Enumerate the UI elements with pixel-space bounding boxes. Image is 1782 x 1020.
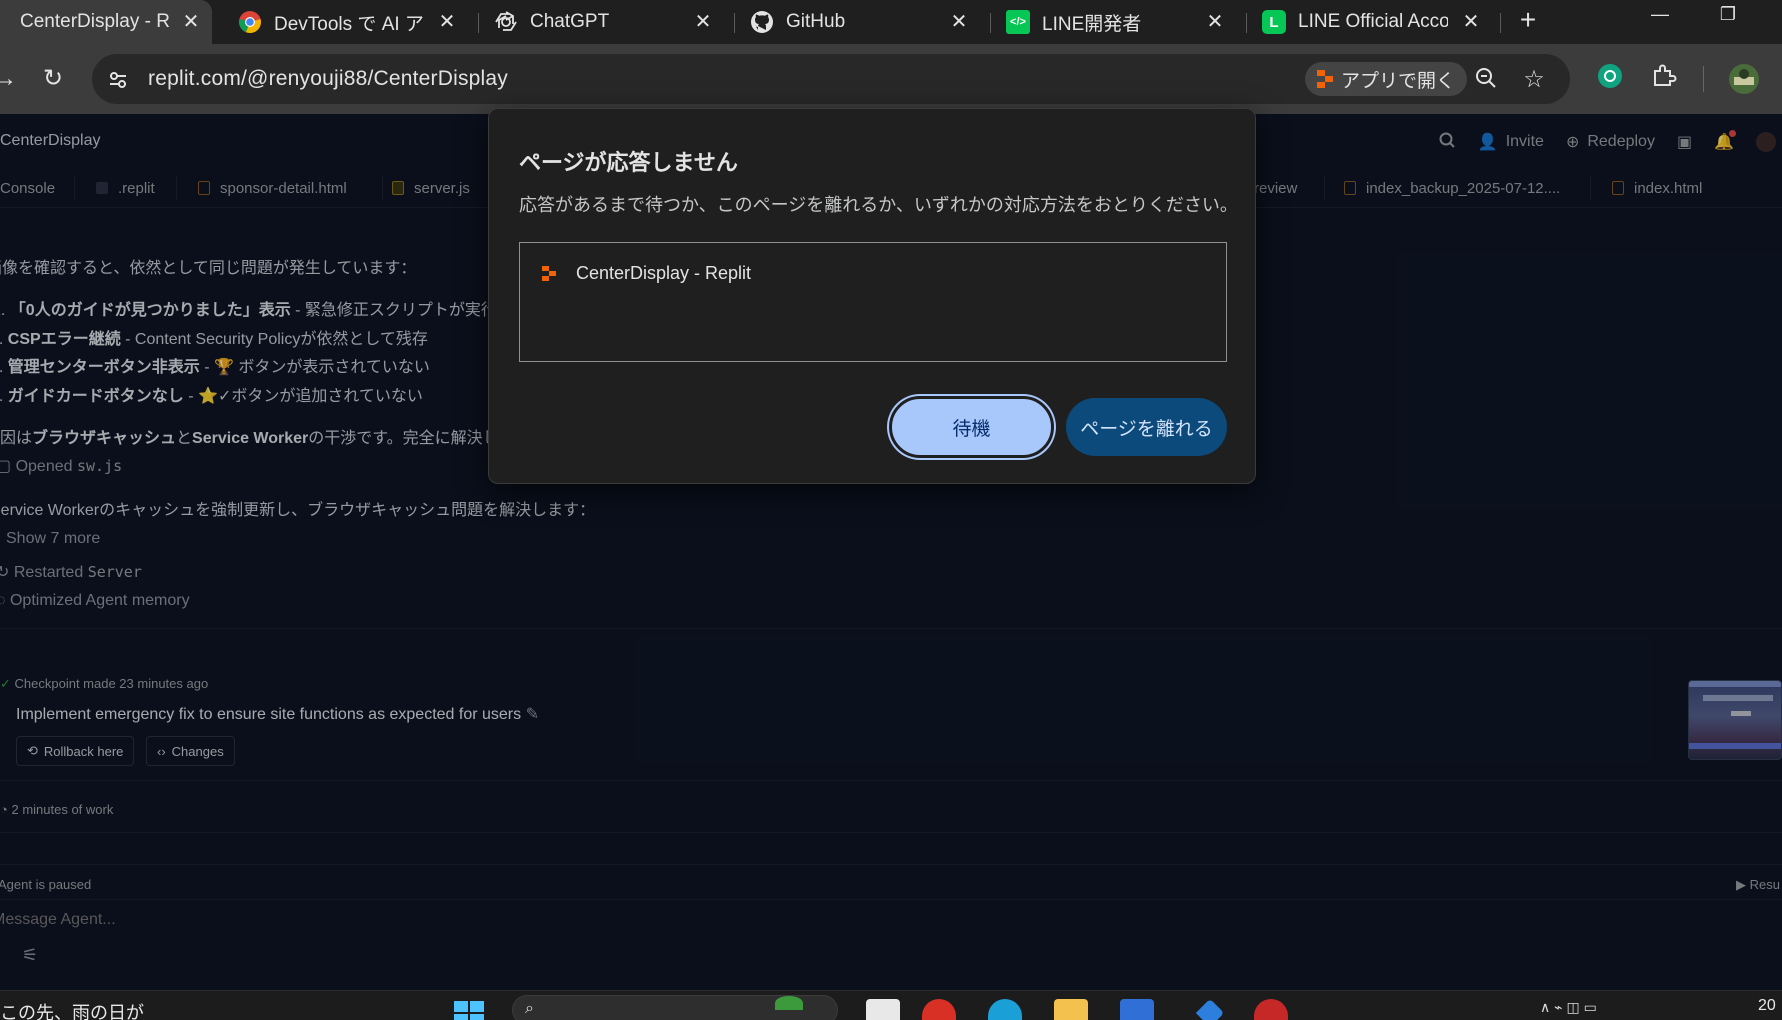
profile-avatar[interactable]	[1728, 63, 1760, 95]
tab-separator	[990, 13, 991, 33]
taskbar-search[interactable]: ⌕	[512, 995, 838, 1020]
forward-icon[interactable]: →	[0, 62, 22, 96]
browser-toolbar: → ↻ replit.com/@renyouji88/CenterDisplay…	[0, 44, 1782, 114]
clock[interactable]: 20	[1758, 997, 1776, 1015]
tab-title: CenterDisplay - Re	[20, 11, 170, 32]
replit-logo-icon	[1315, 69, 1335, 89]
tab-separator	[1246, 13, 1247, 33]
bookmark-star-icon[interactable]: ☆	[1520, 66, 1548, 94]
file-explorer-icon[interactable]	[1054, 999, 1088, 1020]
replit-logo-icon	[540, 265, 558, 283]
wait-button[interactable]: 待機	[889, 396, 1054, 458]
minimize-icon[interactable]: —	[1640, 0, 1680, 30]
open-in-app-button[interactable]: アプリで開く	[1305, 62, 1468, 96]
weather-widget[interactable]: この先、雨の日が	[0, 999, 144, 1020]
unresponsive-page-item: CenterDisplay - Replit	[540, 263, 751, 284]
tab-separator	[478, 13, 479, 33]
close-tab-icon[interactable]: ✕	[434, 9, 460, 35]
tab-separator	[1500, 13, 1501, 33]
page-item-title: CenterDisplay - Replit	[576, 263, 752, 283]
chrome-icon	[238, 10, 262, 34]
search-icon: ⌕	[525, 1000, 534, 1017]
tab-title: GitHub	[786, 11, 846, 32]
tab-title: ChatGPT	[530, 11, 610, 32]
github-icon	[750, 10, 774, 34]
taskview-icon[interactable]	[866, 999, 900, 1020]
restore-window-icon[interactable]: ❐	[1708, 0, 1748, 30]
tab-title: LINE開発者	[1042, 13, 1142, 35]
system-tray[interactable]: ∧ ⌁ ◫ ▭	[1540, 999, 1597, 1016]
close-tab-icon[interactable]: ✕	[178, 9, 204, 35]
reload-icon[interactable]: ↻	[36, 62, 70, 96]
tab-line-developers[interactable]: </> LINE開発者 ✕	[1006, 0, 1236, 44]
unresponsive-pages-list: CenterDisplay - Replit	[519, 242, 1227, 362]
tab-github[interactable]: GitHub ✕	[750, 0, 980, 44]
new-tab-button[interactable]: +	[1513, 0, 1543, 44]
close-tab-icon[interactable]: ✕	[946, 9, 972, 35]
vscode-icon[interactable]	[1120, 999, 1154, 1020]
app-diamond-icon[interactable]	[1195, 998, 1225, 1020]
close-tab-icon[interactable]: ✕	[690, 9, 716, 35]
chatgpt-icon	[494, 10, 518, 34]
dialog-title: ページが応答しません	[519, 150, 738, 175]
line-icon: L	[1262, 10, 1286, 34]
start-menu-icon[interactable]	[452, 999, 486, 1020]
tab-separator	[734, 13, 735, 33]
close-tab-icon[interactable]: ✕	[1458, 9, 1484, 35]
url-text: replit.com/@renyouji88/CenterDisplay	[148, 67, 508, 90]
open-in-app-label: アプリで開く	[1341, 70, 1456, 92]
windows-taskbar: この先、雨の日が ⌕ ∧ ⌁ ◫ ▭ 20	[0, 990, 1782, 1020]
search-highlight-icon	[775, 996, 803, 1010]
app-red-icon[interactable]	[1254, 999, 1288, 1020]
dialog-description: 応答があるまで待つか、このページを離れるか、いずれかの対応方法をおとりください。	[519, 195, 1238, 215]
line-developers-icon: </>	[1006, 10, 1030, 34]
chrome-taskbar-icon[interactable]	[922, 999, 956, 1020]
close-tab-icon[interactable]: ✕	[1202, 9, 1228, 35]
tab-line-official[interactable]: L LINE Official Accou ✕	[1262, 0, 1492, 44]
address-bar[interactable]: replit.com/@renyouji88/CenterDisplay アプリ…	[92, 54, 1570, 104]
zoom-icon[interactable]	[1472, 66, 1500, 94]
screen: CenterDisplay - Re ✕ DevTools で AI アシ ✕ …	[0, 0, 1782, 1020]
extensions-puzzle-icon[interactable]	[1648, 63, 1680, 95]
toolbar-divider	[1703, 66, 1704, 92]
site-settings-icon[interactable]	[104, 66, 132, 94]
tab-devtools[interactable]: DevTools で AI アシ ✕	[238, 0, 468, 44]
browser-tab-strip: CenterDisplay - Re ✕ DevTools で AI アシ ✕ …	[0, 0, 1782, 44]
tab-title: LINE Official Accou	[1298, 11, 1448, 32]
tab-chatgpt[interactable]: ChatGPT ✕	[494, 0, 724, 44]
chatgpt-extension-icon[interactable]	[1594, 63, 1626, 95]
edge-icon[interactable]	[988, 999, 1022, 1020]
page-unresponsive-dialog: ページが応答しません 応答があるまで待つか、このページを離れるか、いずれかの対応…	[488, 108, 1256, 484]
leave-page-button[interactable]: ページを離れる	[1066, 398, 1227, 456]
tab-title: DevTools で AI アシ	[274, 13, 424, 35]
tab-centerdisplay[interactable]: CenterDisplay - Re ✕	[0, 0, 212, 44]
